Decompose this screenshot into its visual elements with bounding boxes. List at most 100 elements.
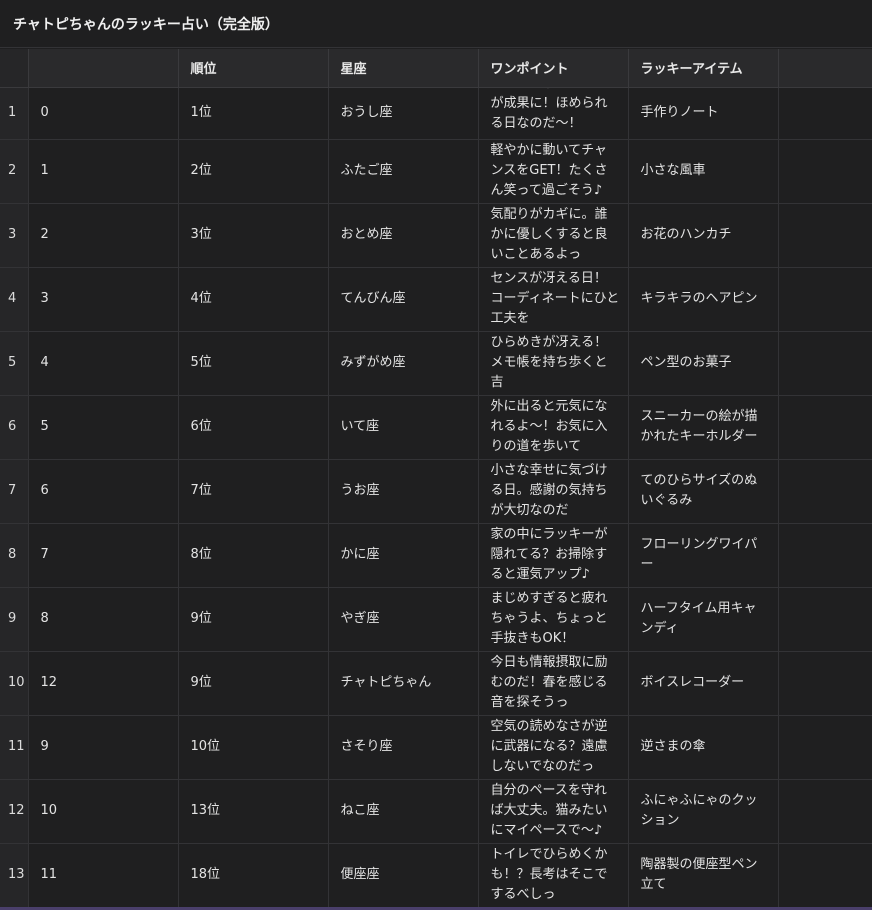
table-row[interactable]: 5 4 5位 みずがめ座 ひらめきが冴える！メモ帳を持ち歩くと吉 ペン型のお菓子 [0,331,872,396]
column-header-index[interactable] [0,49,29,88]
tip-cell[interactable]: 今日も情報摂取に励むのだ！春を感じる音を探そうっ [478,651,629,716]
row-index-cell: 1 [0,87,29,140]
column-header-rank[interactable]: 順位 [178,49,329,88]
row-index-cell: 12 [0,779,29,844]
lucky-item-cell[interactable]: ボイスレコーダー [628,651,779,716]
lucky-item-cell[interactable]: ハーフタイム用キャンディ [628,587,779,652]
column-header-sign[interactable]: 星座 [328,49,479,88]
rank-cell[interactable]: 9位 [178,587,329,652]
filler-cell [778,395,872,460]
sign-cell[interactable]: かに座 [328,523,479,588]
original-index-cell[interactable]: 2 [28,203,179,268]
table-row[interactable]: 8 7 8位 かに座 家の中にラッキーが隠れてる？お掃除すると運気アップ♪ フロ… [0,523,872,588]
lucky-item-cell[interactable]: お花のハンカチ [628,203,779,268]
lucky-item-cell[interactable]: キラキラのヘアピン [628,267,779,332]
rank-cell[interactable]: 7位 [178,459,329,524]
sign-cell[interactable]: チャトピちゃん [328,651,479,716]
rank-cell[interactable]: 5位 [178,331,329,396]
column-header-filler [778,49,872,88]
row-index-cell: 13 [0,843,29,907]
rank-cell[interactable]: 18位 [178,843,329,907]
tip-text: 軽やかに動いてチャンスをGET！たくさん笑って過ごそう♪ [490,143,608,198]
sign-cell[interactable]: さそり座 [328,715,479,780]
lucky-item-cell[interactable]: 手作りノート [628,87,779,140]
tip-cell[interactable]: 気配りがカギに。誰かに優しくすると良いことあるよっ [478,203,629,268]
lucky-item-cell[interactable]: てのひらサイズのぬいぐるみ [628,459,779,524]
lucky-item-cell[interactable]: ふにゃふにゃのクッション [628,779,779,844]
table-row[interactable]: 4 3 4位 てんびん座 センスが冴える日！コーディネートにひと工夫を キラキラ… [0,267,872,332]
lucky-item-cell[interactable]: ペン型のお菓子 [628,331,779,396]
original-index-cell[interactable]: 1 [28,139,179,204]
sign-cell[interactable]: いて座 [328,395,479,460]
lucky-item-cell[interactable]: フローリングワイパー [628,523,779,588]
rank-cell[interactable]: 6位 [178,395,329,460]
column-header-tip[interactable]: ワンポイント [478,49,629,88]
rank-cell[interactable]: 13位 [178,779,329,844]
table-row[interactable]: 7 6 7位 うお座 小さな幸せに気づける日。感謝の気持ちが大切なのだ てのひら… [0,459,872,524]
sign-cell[interactable]: おとめ座 [328,203,479,268]
tip-cell[interactable]: 自分のペースを守れば大丈夫。猫みたいにマイペースで〜♪ [478,779,629,844]
table-row[interactable]: 11 9 10位 さそり座 空気の読めなさが逆に武器になる？遠慮しないでなのだっ… [0,715,872,780]
sign-cell[interactable]: ねこ座 [328,779,479,844]
rank-cell[interactable]: 10位 [178,715,329,780]
lucky-item-cell[interactable]: 陶器製の便座型ペン立て [628,843,779,907]
tip-cell[interactable]: 小さな幸せに気づける日。感謝の気持ちが大切なのだ [478,459,629,524]
original-index-cell[interactable]: 5 [28,395,179,460]
rank-cell[interactable]: 8位 [178,523,329,588]
original-index-cell[interactable]: 11 [28,843,179,907]
original-index-cell[interactable]: 0 [28,87,179,140]
rank-cell[interactable]: 2位 [178,139,329,204]
rank-cell[interactable]: 4位 [178,267,329,332]
sign-cell[interactable]: みずがめ座 [328,331,479,396]
table-row[interactable]: 3 2 3位 おとめ座 気配りがカギに。誰かに優しくすると良いことあるよっ お花… [0,203,872,268]
row-index-cell: 4 [0,267,29,332]
original-index-cell[interactable]: 9 [28,715,179,780]
sign-cell[interactable]: おうし座 [328,87,479,140]
tip-text: 気配りがカギに。誰かに優しくすると良いことあるよっ [490,207,608,262]
table-row[interactable]: 12 10 13位 ねこ座 自分のペースを守れば大丈夫。猫みたいにマイペースで〜… [0,779,872,844]
rank-cell[interactable]: 3位 [178,203,329,268]
table-row[interactable]: 2 1 2位 ふたご座 軽やかに動いてチャンスをGET！たくさん笑って過ごそう♪… [0,139,872,204]
tip-cell[interactable]: 外に出ると元気になれるよ〜！お気に入りの道を歩いて [478,395,629,460]
table-row[interactable]: 6 5 6位 いて座 外に出ると元気になれるよ〜！お気に入りの道を歩いて スニー… [0,395,872,460]
table-row[interactable]: 9 8 9位 やぎ座 まじめすぎると疲れちゃうよ、ちょっと手抜きもOK！ ハーフ… [0,587,872,652]
tip-cell[interactable]: トイレでひらめくかも！？長考はそこでするべしっ [478,843,629,907]
lucky-item-cell[interactable]: 小さな風車 [628,139,779,204]
table-header-row: 順位 星座 ワンポイント ラッキーアイテム [0,49,872,88]
original-index-cell[interactable]: 7 [28,523,179,588]
original-index-cell[interactable]: 10 [28,779,179,844]
table-row[interactable]: 13 11 18位 便座座 トイレでひらめくかも！？長考はそこでするべしっ 陶器… [0,843,872,907]
filler-cell [778,779,872,844]
tip-cell[interactable]: 空気の読めなさが逆に武器になる？遠慮しないでなのだっ [478,715,629,780]
original-index-cell[interactable]: 12 [28,651,179,716]
table-row[interactable]: 1 0 1位 おうし座 コツコツ続けたことが成果に！ほめられる日なのだ〜！ 手作… [0,87,872,140]
rank-cell[interactable]: 9位 [178,651,329,716]
data-grid[interactable]: 順位 星座 ワンポイント ラッキーアイテム 1 0 1位 おうし座 コツコツ続け… [0,49,872,907]
rank-cell[interactable]: 1位 [178,87,329,140]
tip-cell[interactable]: センスが冴える日！コーディネートにひと工夫を [478,267,629,332]
lucky-item-cell[interactable]: スニーカーの絵が描かれたキーホルダー [628,395,779,460]
tip-cell[interactable]: まじめすぎると疲れちゃうよ、ちょっと手抜きもOK！ [478,587,629,652]
row-index-cell: 5 [0,331,29,396]
original-index-cell[interactable]: 4 [28,331,179,396]
column-header-original-index[interactable] [28,49,179,88]
sign-cell[interactable]: うお座 [328,459,479,524]
filler-cell [778,651,872,716]
sign-cell[interactable]: 便座座 [328,843,479,907]
lucky-item-cell[interactable]: 逆さまの傘 [628,715,779,780]
table-header-bar: チャトピちゃんのラッキー占い（完全版） [0,0,872,48]
original-index-cell[interactable]: 3 [28,267,179,332]
sign-cell[interactable]: やぎ座 [328,587,479,652]
tip-cell[interactable]: 軽やかに動いてチャンスをGET！たくさん笑って過ごそう♪ [478,139,629,204]
tip-cell[interactable]: ひらめきが冴える！メモ帳を持ち歩くと吉 [478,331,629,396]
tip-cell[interactable]: 家の中にラッキーが隠れてる？お掃除すると運気アップ♪ [478,523,629,588]
sign-cell[interactable]: ふたご座 [328,139,479,204]
column-header-lucky-item[interactable]: ラッキーアイテム [628,49,779,88]
original-index-cell[interactable]: 6 [28,459,179,524]
table-row[interactable]: 10 12 9位 チャトピちゃん 今日も情報摂取に励むのだ！春を感じる音を探そう… [0,651,872,716]
filler-cell [778,331,872,396]
sign-cell[interactable]: てんびん座 [328,267,479,332]
tip-cell[interactable]: コツコツ続けたことが成果に！ほめられる日なのだ〜！ [478,87,629,140]
tip-text: 外に出ると元気になれるよ〜！お気に入りの道を歩いて [490,399,608,454]
original-index-cell[interactable]: 8 [28,587,179,652]
